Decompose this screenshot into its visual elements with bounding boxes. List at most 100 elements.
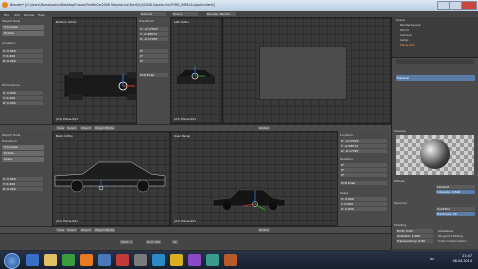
car-side-view[interactable]: [175, 62, 219, 92]
blender-taskbar-icon[interactable]: [80, 254, 93, 266]
diffuse-shader[interactable]: Lambert: [436, 185, 475, 189]
object-menu[interactable]: Object: [80, 126, 92, 130]
scale-button[interactable]: Scale: [2, 157, 44, 162]
translucency-field[interactable]: Translucency: 0.00: [396, 239, 433, 243]
translate-button[interactable]: Translate: [2, 25, 44, 30]
diffuse-intensity[interactable]: Intensity: 0.800: [436, 190, 475, 194]
n2-scale-x[interactable]: X: 0.000: [340, 197, 387, 201]
dim-z-field[interactable]: Z: 0.000: [2, 101, 43, 105]
orientation-selector-2[interactable]: Global: [258, 228, 270, 232]
outliner-row[interactable]: Plane.001: [400, 43, 415, 48]
loc-x-field[interactable]: X: 0.000: [2, 49, 43, 53]
app-icon[interactable]: [170, 254, 183, 266]
viewport-left-ortho[interactable]: Left Ortho (21) Plane.001: [170, 17, 222, 124]
object-menu-2[interactable]: Object: [80, 228, 92, 232]
app-icon[interactable]: [116, 254, 129, 266]
dim-x-field[interactable]: X: 0.000: [2, 91, 43, 95]
viewport-camera[interactable]: [222, 17, 391, 124]
translate-button-2[interactable]: Translate: [2, 145, 44, 150]
n2-rot-mode[interactable]: XYZ Euler: [340, 181, 387, 185]
rotation-mode[interactable]: XYZ Euler: [139, 73, 168, 77]
loc-z-field-2[interactable]: Z: 0.000: [2, 187, 43, 191]
material-preview: [396, 135, 474, 175]
start-frame-field[interactable]: Start: 1: [120, 240, 134, 244]
explorer-icon[interactable]: [44, 254, 57, 266]
timeline: Start: 1 End: 250 21: [0, 233, 391, 251]
loc-y-field-2[interactable]: Y: 0.000: [2, 182, 43, 186]
rotate-button[interactable]: Rotate: [2, 31, 44, 36]
n2-rot-x[interactable]: 0°: [340, 163, 387, 167]
media-icon[interactable]: [62, 254, 75, 266]
ambient-field[interactable]: Ambient: 1.000: [396, 234, 433, 238]
diffuse-heading: Diffuse: [394, 179, 405, 183]
app-icon[interactable]: [188, 254, 201, 266]
menu-help[interactable]: Help: [38, 13, 45, 17]
mode-selector-2[interactable]: Object Mode: [94, 228, 115, 232]
cubic-interpolation-checkbox[interactable]: Cubic Interpolation: [438, 239, 467, 243]
menu-render[interactable]: Render: [24, 13, 35, 17]
n2-loc-x[interactable]: X: -4.17923: [340, 139, 387, 143]
location-heading: Location:: [340, 133, 354, 137]
right-column: Scene RenderLayers World Camera Lamp Pla…: [391, 17, 478, 249]
n-rot-z[interactable]: 0°: [139, 59, 168, 63]
specular-shader[interactable]: CookTorr: [436, 207, 475, 211]
layout-selector[interactable]: Default: [140, 12, 166, 16]
specular-heading: Specular: [394, 201, 408, 205]
specular-hardness[interactable]: Hardness: 50: [436, 212, 475, 216]
n2-scale-z[interactable]: Z: 0.000: [340, 207, 387, 211]
car-persp-view[interactable]: [209, 184, 289, 216]
n2-loc-z[interactable]: Z: -0.17087: [340, 149, 387, 153]
ie-icon[interactable]: [26, 254, 39, 266]
viewport-footer: (21) Plane.001: [174, 219, 197, 223]
outliner[interactable]: Scene RenderLayers World Camera Lamp Pla…: [392, 17, 478, 58]
menu-file[interactable]: File: [4, 13, 9, 17]
n2-loc-y[interactable]: Y: -0.28574: [340, 144, 387, 148]
material-slot[interactable]: Material: [396, 75, 475, 81]
n2-rot-y[interactable]: 0°: [340, 168, 387, 172]
select-menu[interactable]: Select: [66, 126, 78, 130]
properties-shelf-bottom: Location: X: -4.17923 Y: -0.28574 Z: -0.…: [337, 131, 393, 226]
close-button[interactable]: [461, 1, 477, 10]
menu-add[interactable]: Add: [14, 13, 20, 17]
window-title: Blender* [C:\Users\Romanovicz\Desktop\Fu…: [10, 3, 215, 7]
n-rot-x[interactable]: 0°: [139, 49, 168, 53]
scene-selector[interactable]: Scene: [172, 12, 198, 16]
n2-scale-y[interactable]: Y: 0.000: [340, 202, 387, 206]
app-icon[interactable]: [206, 254, 219, 266]
tool-shelf-top: Object Tools Translate Rotate Location: …: [0, 17, 53, 124]
emit-field[interactable]: Emit: 0.00: [396, 229, 433, 233]
n-loc-x[interactable]: X: -4.17923: [139, 27, 168, 31]
loc-z-field[interactable]: Z: 0.000: [2, 59, 43, 63]
tool-shelf-bottom: Object Tools Transform Translate Rotate …: [0, 131, 53, 226]
system-clock[interactable]: 21:47 06.04.2014: [453, 254, 472, 264]
n2-rot-z[interactable]: 0°: [340, 173, 387, 177]
shadeless-checkbox[interactable]: Shadeless: [438, 229, 453, 233]
app-icon[interactable]: [152, 254, 165, 266]
n-loc-y[interactable]: Y: -0.28574: [139, 32, 168, 36]
app-icon[interactable]: [134, 254, 147, 266]
select-menu-2[interactable]: Select: [66, 228, 78, 232]
language-indicator[interactable]: RU: [430, 257, 434, 261]
tangent-shading-checkbox[interactable]: Tangent Shading: [438, 234, 463, 238]
render-engine-selector[interactable]: Blender Render: [206, 12, 236, 16]
view-menu-2[interactable]: View: [56, 228, 66, 232]
end-frame-field[interactable]: End: 250: [146, 240, 162, 244]
n-loc-z[interactable]: Z: -0.17087: [139, 37, 168, 41]
app-icon[interactable]: [98, 254, 111, 266]
n-rot-y[interactable]: 0°: [139, 54, 168, 58]
dim-y-field[interactable]: Y: 0.000: [2, 96, 43, 100]
start-button[interactable]: [4, 253, 20, 269]
viewport-name: Back Ortho: [56, 134, 73, 138]
rotate-button-2[interactable]: Rotate: [2, 151, 44, 156]
loc-y-field[interactable]: Y: 0.000: [2, 54, 43, 58]
properties-shelf-top: Transform X: -4.17923 Y: -0.28574 Z: -0.…: [136, 17, 172, 124]
car-front-wireframe[interactable]: [53, 152, 169, 198]
mode-selector[interactable]: Object Mode: [94, 126, 115, 130]
view-menu[interactable]: View: [56, 126, 66, 130]
current-frame-field[interactable]: 21: [172, 240, 178, 244]
loc-x-field-2[interactable]: X: 0.000: [2, 177, 43, 181]
viewport-back-ortho[interactable]: Back Ortho (21) Plane.001: [52, 131, 170, 226]
properties-tabs[interactable]: [396, 59, 474, 64]
app-icon[interactable]: [224, 254, 237, 266]
orientation-selector[interactable]: Global: [258, 126, 270, 130]
